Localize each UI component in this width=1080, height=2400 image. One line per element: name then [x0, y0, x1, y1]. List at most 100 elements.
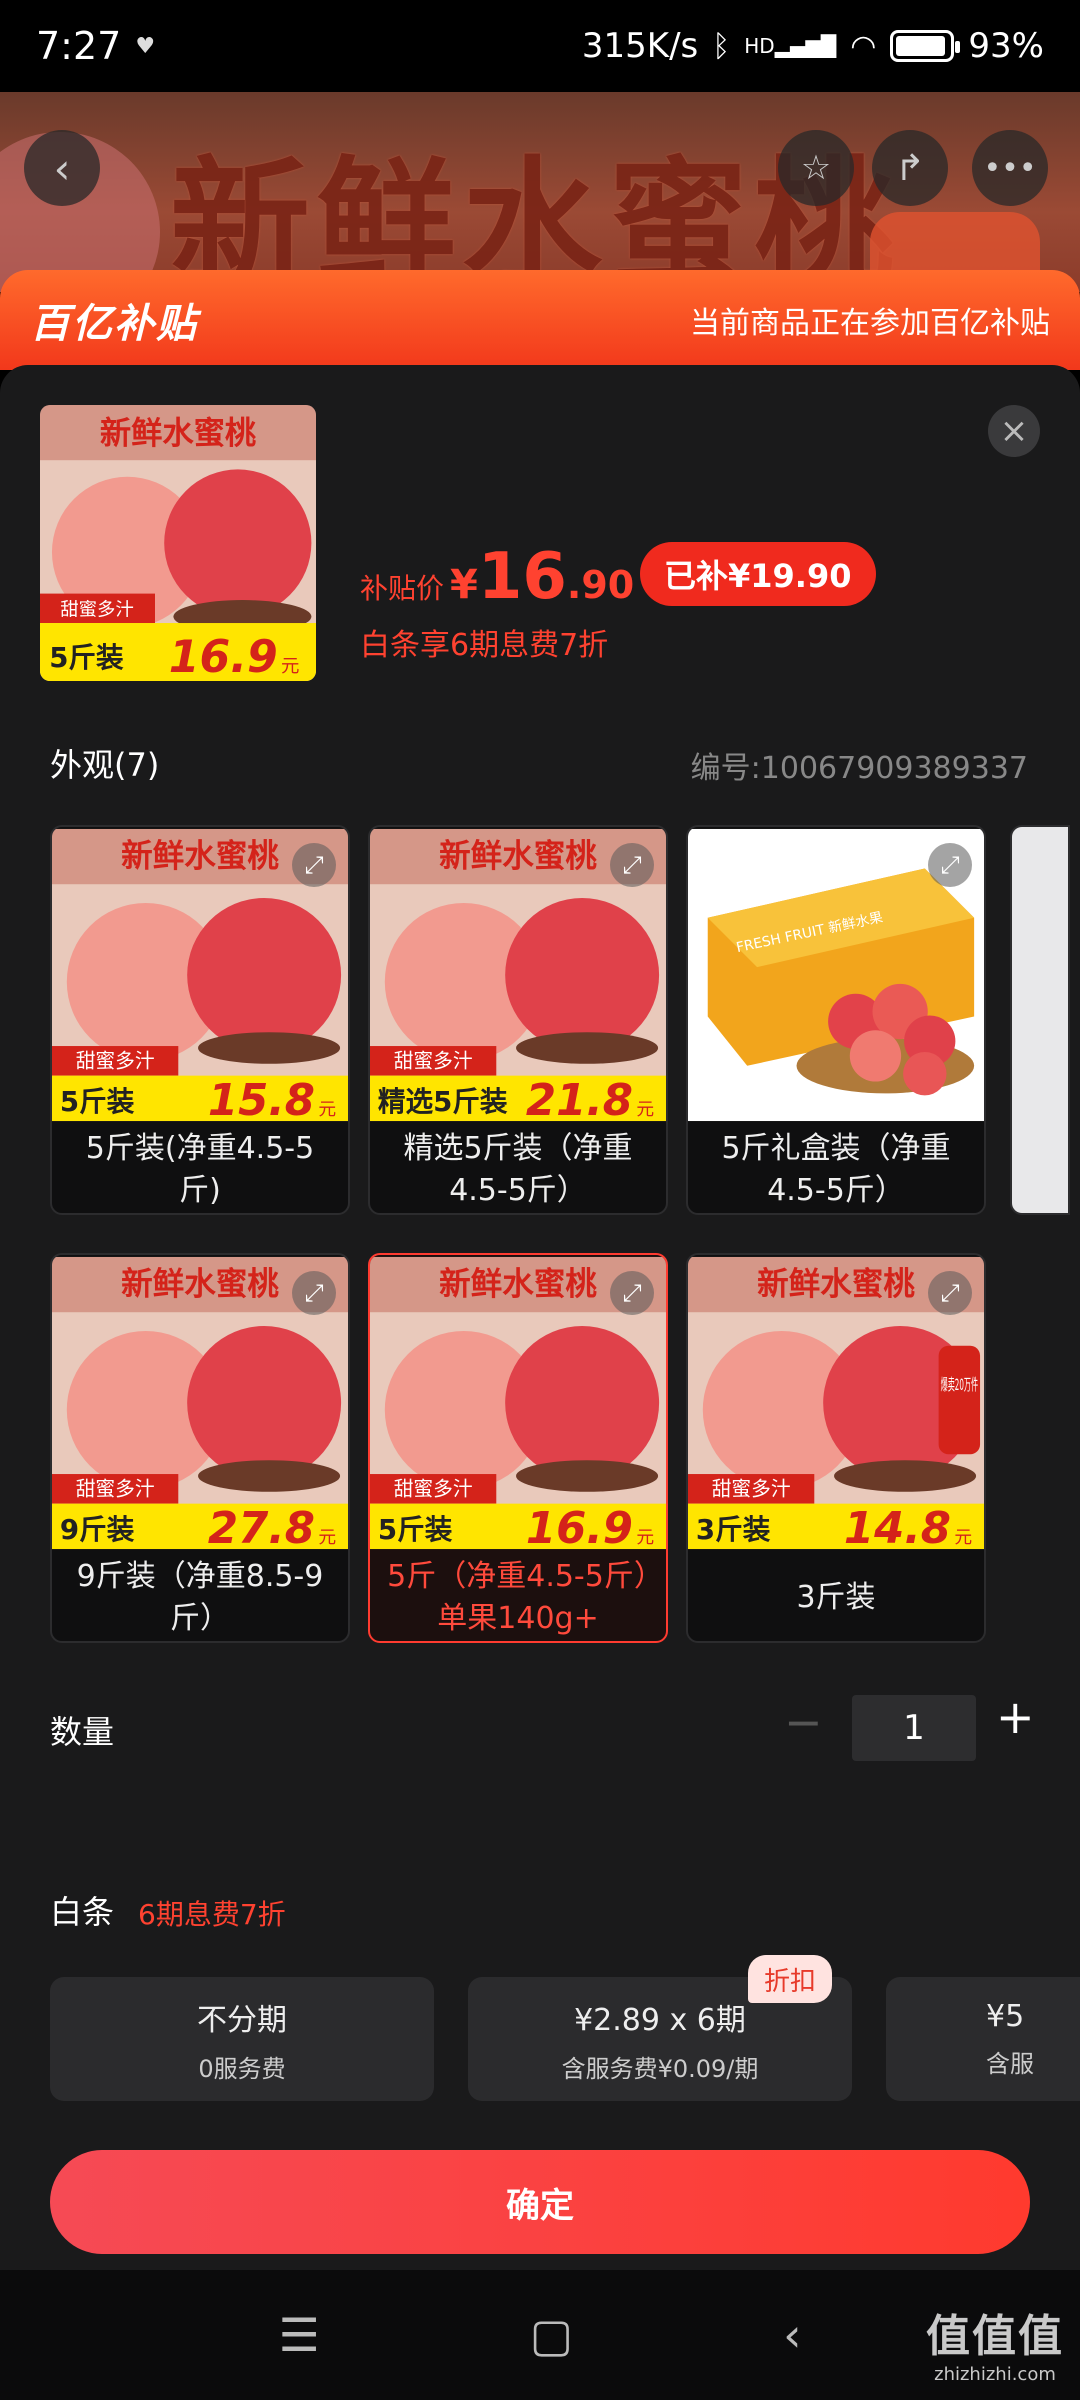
system-nav-bar: ☰ ▢ ‹ [0, 2270, 1080, 2400]
star-icon: ☆ [800, 148, 832, 188]
heart-icon: ♥ [135, 33, 156, 59]
expand-icon[interactable]: ⤢ [928, 1271, 972, 1315]
installment-title: 白条 [50, 1893, 115, 1931]
variant-label: 5斤（净重4.5-5斤）单果140g+ [387, 1559, 649, 1636]
more-icon: ••• [983, 150, 1037, 186]
subsidy-price: 补贴价 ¥ 16 .90 [360, 540, 634, 614]
image-pack: 5斤装 [60, 1085, 135, 1118]
variant-card[interactable]: 新鲜水蜜桃 甜蜜多汁 5斤装 16.9 元 ⤢ 5斤（净重4.5-5斤）单果140… [368, 1253, 668, 1643]
price-decimal: .90 [566, 563, 635, 607]
home-icon[interactable]: ▢ [530, 2308, 573, 2362]
image-unit: 元 [954, 1528, 972, 1548]
image-price: 14.8 [844, 1504, 951, 1551]
variant-label: 5斤装(净重4.5-5斤) [85, 1131, 315, 1208]
close-icon: × [999, 411, 1029, 451]
price-label: 补贴价 [360, 572, 445, 605]
expand-icon[interactable]: ⤢ [610, 1271, 654, 1315]
variant-label: 5斤礼盒装（净重4.5-5斤） [721, 1131, 951, 1208]
price-currency: ¥ [450, 562, 478, 608]
quantity-increase-button[interactable]: + [996, 1690, 1035, 1744]
peach-image: 新鲜水蜜桃 甜蜜多汁 5斤装 16.9 元 [40, 405, 316, 681]
image-unit: 元 [636, 1528, 654, 1548]
watermark-logo: 值值值 [926, 2311, 1064, 2362]
variant-card[interactable]: 新鲜水蜜桃 甜蜜多汁 精选5斤装 21.8 元 ⤢ 精选5斤装（净重4.5-5斤） [368, 825, 668, 1215]
quantity-input[interactable]: 1 [852, 1695, 976, 1761]
watermark-url: zhizhizhi.com [934, 2364, 1056, 2385]
expand-icon[interactable]: ⤢ [928, 843, 972, 887]
image-pack: 5斤装 [378, 1513, 453, 1546]
image-tag: 甜蜜多汁 [394, 1050, 473, 1073]
network-speed: 315K/s [581, 26, 699, 66]
image-title: 新鲜水蜜桃 [757, 1266, 915, 1302]
plan-title: ¥5 [986, 1999, 1025, 2034]
plan-title: ¥2.89 x 6期 [574, 2002, 746, 2038]
chevron-left-icon: ‹ [53, 143, 71, 193]
image-tag: 甜蜜多汁 [76, 1478, 155, 1501]
expand-icon[interactable]: ⤢ [292, 843, 336, 887]
image-unit: 元 [318, 1100, 336, 1120]
plan-title: 不分期 [197, 2002, 287, 2038]
thumb-tag: 甜蜜多汁 [60, 600, 134, 621]
variants-title: 外观(7) [50, 746, 160, 784]
battery-icon [890, 30, 961, 62]
menu-icon[interactable]: ☰ [278, 2308, 319, 2362]
expand-icon[interactable]: ⤢ [610, 843, 654, 887]
expand-icon[interactable]: ⤢ [292, 1271, 336, 1315]
variant-card[interactable]: 新鲜水蜜桃 甜蜜多汁 9斤装 27.8 元 ⤢ 9斤装（净重8.5-9斤） [50, 1253, 350, 1643]
variant-label: 3斤装 [796, 1580, 876, 1615]
image-price: 15.8 [208, 1076, 315, 1123]
subsidy-logo: 百亿补贴 [30, 301, 198, 347]
installment-promo: 白条享6期息费7折 [360, 628, 609, 663]
image-price: 16.9 [526, 1504, 633, 1551]
image-tag: 甜蜜多汁 [76, 1050, 155, 1073]
network-type: HD [744, 34, 775, 58]
quantity-decrease-button[interactable]: − [784, 1695, 823, 1749]
image-title: 新鲜水蜜桃 [439, 1266, 597, 1302]
back-icon[interactable]: ‹ [783, 2308, 801, 2362]
battery-level [896, 36, 945, 56]
favorite-button[interactable]: ☆ [778, 130, 854, 206]
subsidy-amount-badge: 已补¥19.90 [640, 542, 876, 606]
variant-card[interactable]: FRESH FRUIT 新鲜水果 ⤢ 5斤礼盒装（净重4.5-5斤） [686, 825, 986, 1215]
watermark: 值值值 zhizhizhi.com [926, 2300, 1064, 2385]
variant-label: 精选5斤装（净重4.5-5斤） [403, 1131, 633, 1208]
image-title: 新鲜水蜜桃 [121, 838, 279, 874]
thumb-unit: 元 [281, 656, 299, 677]
image-pack: 9斤装 [60, 1513, 135, 1546]
image-title: 新鲜水蜜桃 [121, 1266, 279, 1302]
hot-sale-badge: 爆卖20万件 [941, 1375, 979, 1394]
thumb-pack: 5斤装 [49, 641, 124, 674]
plan-subtitle: 0服务费 [198, 2054, 286, 2083]
battery-percent: 93% [968, 26, 1044, 66]
discount-badge: 折扣 [748, 1955, 833, 2003]
variant-card[interactable]: 新鲜水蜜桃 甜蜜多汁 3斤装 14.8 元 爆卖20万件 ⤢ 3斤装 [686, 1253, 986, 1643]
confirm-button[interactable]: 确定 [50, 2150, 1030, 2254]
price-integer: 16 [477, 540, 567, 614]
image-unit: 元 [636, 1100, 654, 1120]
signal-icon: HD▂▄▆█ [744, 34, 837, 58]
subsidy-banner: 百亿补贴 当前商品正在参加百亿补贴 [0, 270, 1080, 370]
more-button[interactable]: ••• [972, 130, 1048, 206]
status-time: 7:27 [36, 24, 122, 68]
variant-card[interactable]: 新鲜水蜜桃 甜蜜多汁 5斤装 15.8 元 ⤢ 5斤装(净重4.5-5斤) [50, 825, 350, 1215]
variant-label: 9斤装（净重8.5-9斤） [76, 1559, 324, 1636]
variant-card-partial[interactable] [1010, 825, 1070, 1215]
subsidy-note: 当前商品正在参加百亿补贴 [690, 306, 1050, 341]
share-icon: ↱ [894, 147, 926, 189]
quantity-label: 数量 [50, 1713, 115, 1751]
image-pack: 精选5斤装 [378, 1085, 508, 1118]
plan-subtitle: 含服务费¥0.09/期 [561, 2054, 759, 2083]
plan-option-partial[interactable]: ¥5 含服 [886, 1977, 1080, 2101]
close-button[interactable]: × [988, 405, 1040, 457]
status-bar: 7:27 ♥ 315K/s ᛒ HD▂▄▆█ ◠ 93% [0, 0, 1080, 92]
installment-tag: 6期息费7折 [138, 1898, 286, 1931]
sku-selector-sheet: 新鲜水蜜桃 甜蜜多汁 5斤装 16.9 元 × 补贴价 ¥ 16 .90 已补¥… [0, 365, 1080, 2270]
wifi-icon: ◠ [850, 28, 877, 64]
image-title: 新鲜水蜜桃 [439, 838, 597, 874]
product-thumbnail[interactable]: 新鲜水蜜桃 甜蜜多汁 5斤装 16.9 元 [40, 405, 316, 681]
status-right: 315K/s ᛒ HD▂▄▆█ ◠ 93% [582, 26, 1044, 66]
image-unit: 元 [318, 1528, 336, 1548]
share-button[interactable]: ↱ [872, 130, 948, 206]
plan-option-none[interactable]: 不分期 0服务费 [50, 1977, 434, 2101]
back-button[interactable]: ‹ [24, 130, 100, 206]
